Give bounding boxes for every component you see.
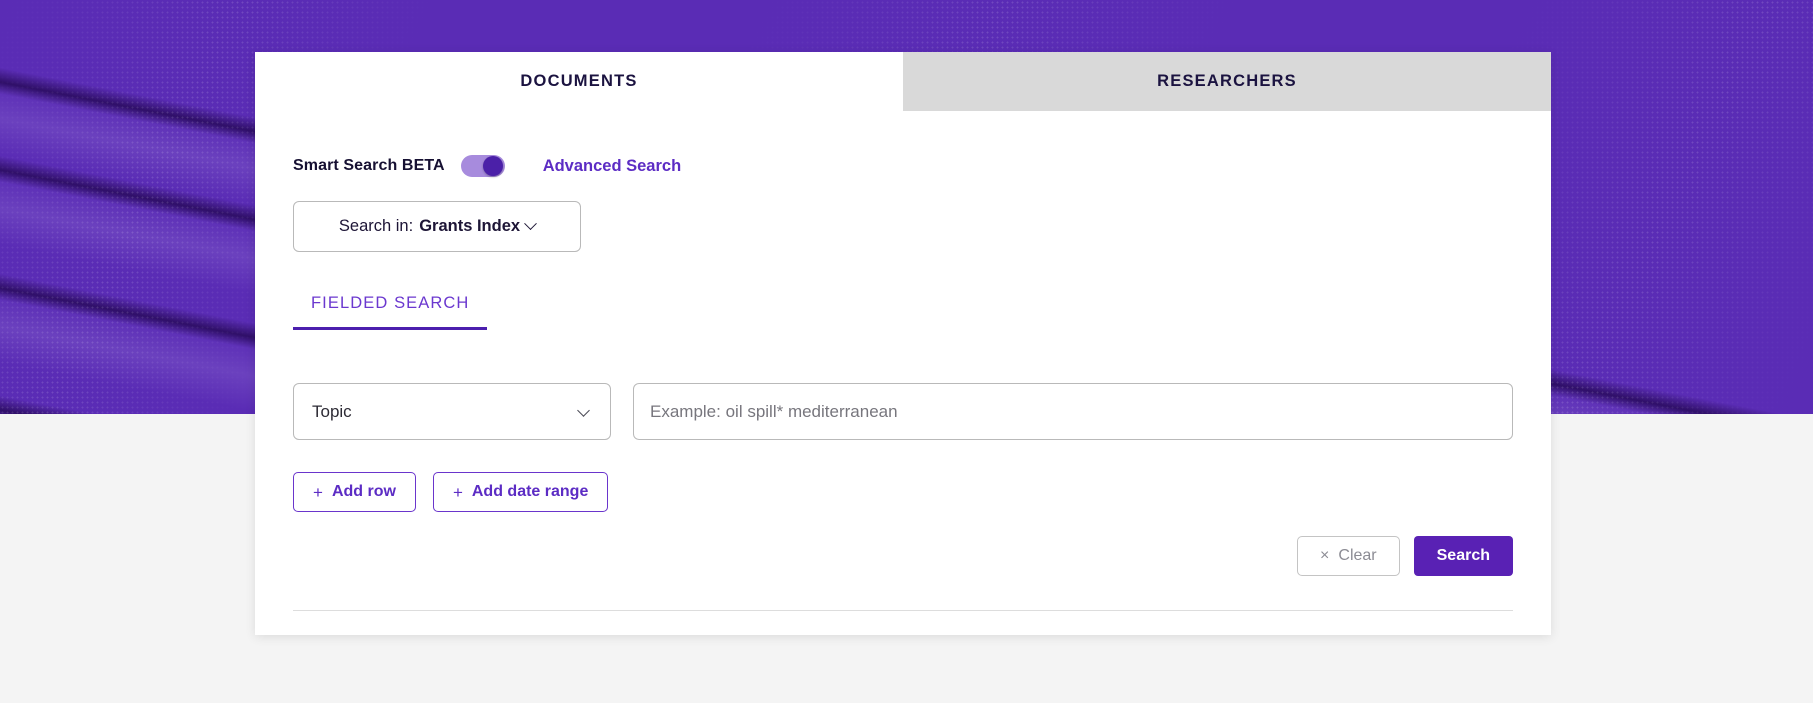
plus-icon: + — [313, 482, 323, 502]
smart-search-label: Smart Search BETA — [293, 157, 445, 174]
search-field-row: Topic — [293, 383, 1513, 440]
smart-search-row: Smart Search BETA Advanced Search — [293, 111, 1513, 177]
plus-icon: + — [452, 482, 463, 502]
action-buttons-row: × Clear Search — [293, 536, 1513, 576]
field-type-select-value: Topic — [312, 401, 352, 421]
smart-search-toggle[interactable] — [460, 155, 505, 177]
search-term-input[interactable] — [633, 383, 1513, 440]
search-in-selector[interactable]: Search in: Grants Index — [293, 201, 581, 252]
subtab-fielded-search-label: FIELDED SEARCH — [311, 294, 470, 312]
search-card-body: Smart Search BETA Advanced Search Search… — [255, 111, 1551, 635]
chevron-down-icon — [524, 217, 537, 231]
add-row-button-label: Add row — [331, 483, 396, 500]
chevron-down-icon — [577, 404, 590, 417]
close-icon: × — [1320, 547, 1330, 564]
subtab-bar: FIELDED SEARCH — [293, 294, 1513, 330]
tab-researchers-label: RESEARCHERS — [1157, 72, 1297, 90]
tab-documents-label: DOCUMENTS — [520, 72, 638, 90]
add-row-button[interactable]: + Add row — [293, 472, 416, 512]
advanced-search-link[interactable]: Advanced Search — [543, 157, 681, 176]
page-root: DOCUMENTS RESEARCHERS Smart Search BETA … — [0, 0, 1813, 703]
search-card: DOCUMENTS RESEARCHERS Smart Search BETA … — [255, 52, 1551, 635]
card-tail-spacer — [293, 611, 1513, 635]
tab-researchers[interactable]: RESEARCHERS — [903, 52, 1551, 111]
subtab-fielded-search[interactable]: FIELDED SEARCH — [293, 294, 488, 330]
add-buttons-row: + Add row + Add date range — [293, 472, 1513, 512]
clear-button[interactable]: × Clear — [1297, 536, 1400, 576]
add-date-range-button[interactable]: + Add date range — [432, 472, 609, 512]
add-date-range-button-label: Add date range — [471, 483, 589, 500]
toggle-knob — [482, 156, 503, 176]
search-in-label: Search in: — [338, 217, 414, 235]
tab-documents[interactable]: DOCUMENTS — [255, 52, 903, 111]
clear-button-label: Clear — [1338, 547, 1377, 564]
tab-bar: DOCUMENTS RESEARCHERS — [255, 52, 1551, 111]
search-in-value: Grants Index — [419, 217, 521, 235]
field-type-select[interactable]: Topic — [293, 383, 611, 440]
search-button[interactable]: Search — [1413, 536, 1513, 576]
